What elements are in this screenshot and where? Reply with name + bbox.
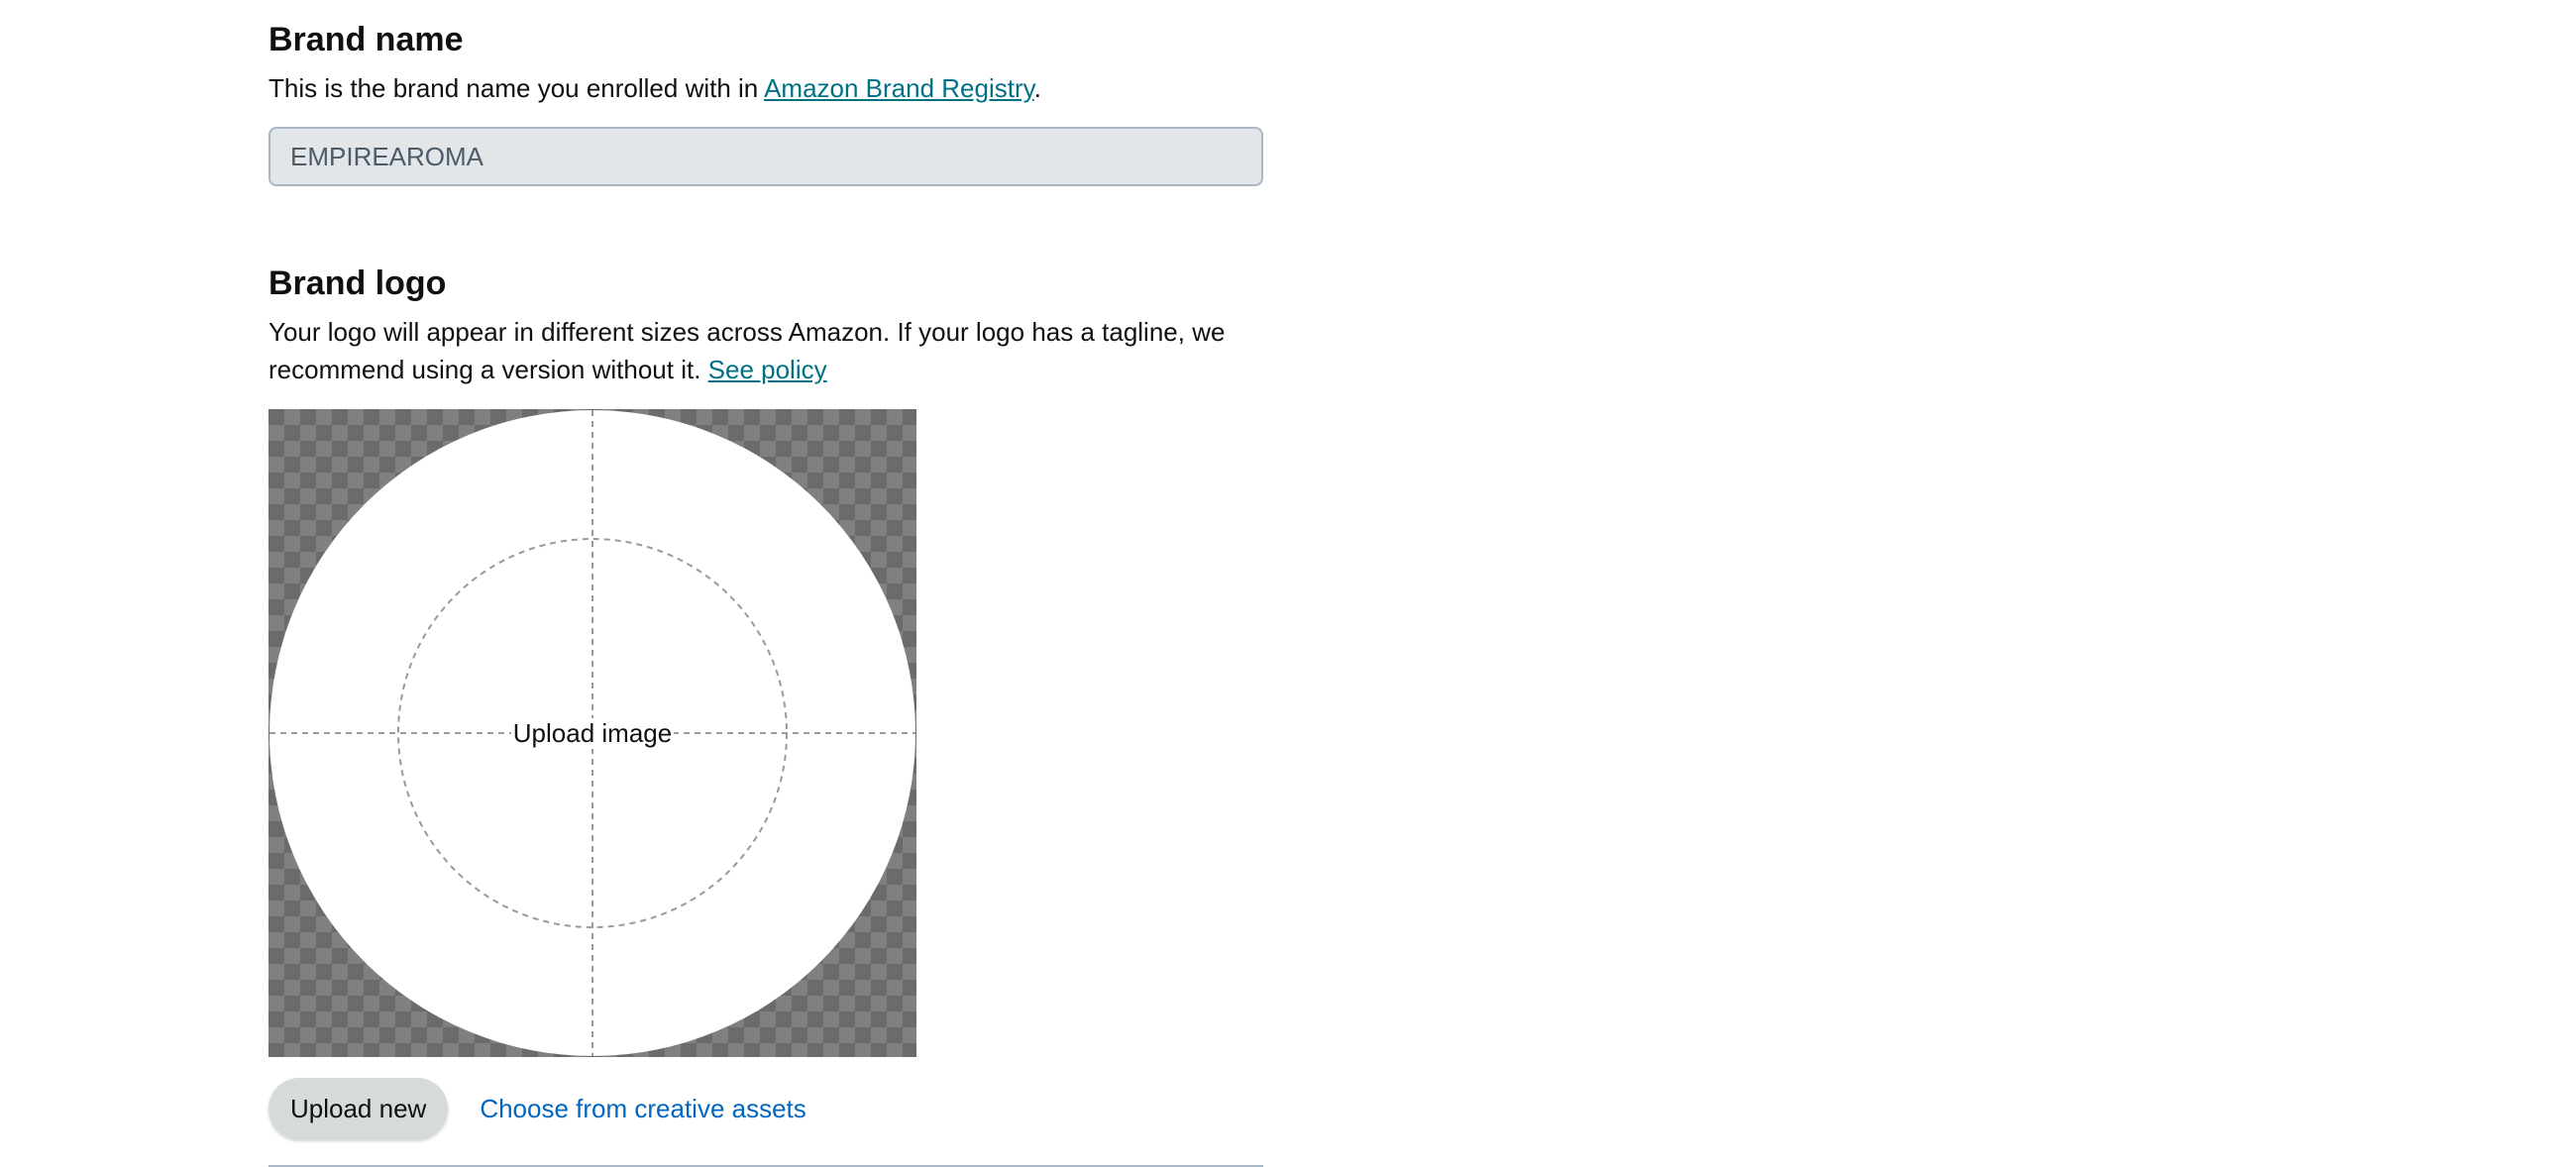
brand-name-description: This is the brand name you enrolled with… bbox=[268, 69, 1269, 107]
amazon-brand-registry-link[interactable]: Amazon Brand Registry bbox=[764, 73, 1034, 103]
brand-logo-heading: Brand logo bbox=[268, 265, 447, 302]
brand-name-field bbox=[268, 127, 1263, 186]
store-builder-brand-settings: Brand name This is the brand name you en… bbox=[0, 0, 2576, 1167]
choose-from-creative-assets-link[interactable]: Choose from creative assets bbox=[480, 1094, 805, 1124]
logo-upload-dropzone[interactable]: Upload image bbox=[268, 409, 916, 1057]
brand-name-section: Brand name This is the brand name you en… bbox=[268, 18, 1269, 186]
upload-new-button[interactable]: Upload new bbox=[268, 1078, 449, 1139]
brand-name-input[interactable] bbox=[290, 141, 1241, 172]
brand-name-description-prefix: This is the brand name you enrolled with… bbox=[268, 73, 765, 103]
brand-logo-section: Brand logo Your logo will appear in diff… bbox=[268, 262, 1269, 388]
brand-name-description-suffix: . bbox=[1033, 73, 1041, 103]
logo-actions: Upload new Choose from creative assets bbox=[268, 1078, 806, 1139]
brand-name-heading: Brand name bbox=[268, 21, 464, 58]
see-policy-link[interactable]: See policy bbox=[708, 355, 827, 384]
logo-guide-icon bbox=[269, 410, 915, 1056]
brand-logo-description: Your logo will appear in different sizes… bbox=[268, 313, 1269, 388]
